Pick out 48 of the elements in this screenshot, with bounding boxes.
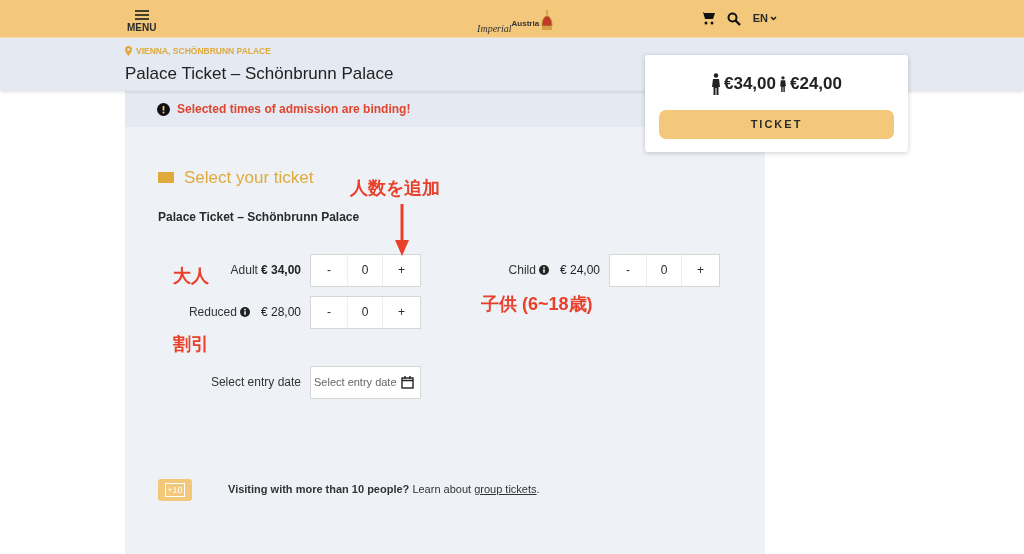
- location-label: VIENNA, SCHÖNBRUNN PALACE: [136, 45, 271, 58]
- notice-text: Selected times of admission are binding!: [177, 101, 411, 118]
- page-title: Palace Ticket – Schönbrunn Palace: [125, 62, 394, 85]
- ticket-price: € 24,00: [559, 262, 600, 279]
- info-icon[interactable]: [538, 265, 549, 275]
- increase-button[interactable]: +: [383, 296, 420, 328]
- language-selector[interactable]: EN: [752, 10, 777, 27]
- group-ticket-badge: +10: [158, 478, 192, 501]
- quantity-value: 0: [348, 254, 383, 286]
- date-label: Select entry date: [210, 374, 301, 391]
- info-icon[interactable]: [239, 307, 250, 317]
- quantity-value: 0: [647, 254, 682, 286]
- menu-icon: [134, 10, 149, 20]
- person-icon: [711, 72, 721, 95]
- person-icon: [779, 75, 787, 92]
- decrease-button[interactable]: -: [311, 296, 348, 328]
- increase-button[interactable]: +: [383, 254, 420, 286]
- ticket-price: € 34,00: [260, 262, 301, 279]
- price-text: €34,00: [724, 73, 776, 95]
- ticket-type-label: Adult: [230, 262, 258, 279]
- warning-icon: [157, 102, 170, 116]
- increase-button[interactable]: +: [682, 254, 719, 286]
- decrease-button[interactable]: -: [610, 254, 647, 286]
- section-heading: Select your ticket: [184, 167, 314, 189]
- annotation-label: 大人: [173, 265, 209, 288]
- date-field[interactable]: Select entry date: [310, 365, 421, 399]
- ticket-price: € 28,00: [260, 304, 301, 321]
- chevron-icon: [770, 16, 777, 21]
- product-name: Palace Ticket – Schönbrunn Palace: [157, 208, 361, 226]
- logo-text: Imperial: [477, 23, 512, 36]
- annotation-label: 人数を追加: [350, 177, 440, 200]
- location-pin-icon: [125, 46, 132, 57]
- annotation-arrow: [395, 204, 409, 256]
- calendar-icon: [401, 375, 414, 389]
- price-text: €24,00: [790, 73, 842, 95]
- menu-button[interactable]: MENU: [127, 4, 157, 33]
- ticket-button[interactable]: TICKET: [659, 109, 894, 139]
- ticket-type-label: Child: [508, 262, 536, 279]
- search-icon[interactable]: [726, 11, 741, 26]
- ticket-type-label: Reduced: [188, 304, 237, 321]
- logo-text: Austria: [511, 18, 540, 28]
- annotation-label: 割引: [173, 333, 209, 356]
- group-tickets-text: Visiting with more than 10 people? Learn about group tickets.: [228, 482, 540, 498]
- ticket-icon: [158, 172, 174, 184]
- decrease-button[interactable]: -: [311, 254, 348, 286]
- quantity-value: 0: [348, 296, 383, 328]
- group-tickets-link[interactable]: group tickets: [474, 483, 537, 496]
- annotation-label: 子供 (6~18歳): [481, 293, 593, 316]
